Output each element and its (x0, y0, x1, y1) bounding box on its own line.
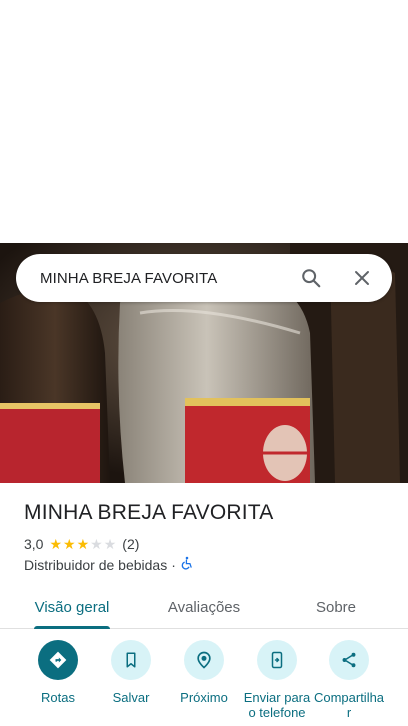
nearby-button[interactable]: Próximo (164, 640, 244, 705)
action-label: Compartilhar (313, 690, 385, 720)
nearby-icon (184, 640, 224, 680)
tab-label: Avaliações (167, 598, 241, 616)
category-row: Distribuidor de bebidas · (24, 556, 194, 573)
tab-bar: Visão geral Avaliações Sobre (0, 586, 408, 629)
active-tab-indicator (34, 626, 110, 629)
tab-overview[interactable]: Visão geral (34, 586, 110, 629)
tab-reviews[interactable]: Avaliações (166, 586, 242, 628)
send-to-phone-button[interactable]: Enviar para o telefone (237, 640, 317, 720)
review-count[interactable]: (2) (122, 536, 139, 552)
star-filled-icon: ★ (49, 536, 63, 552)
star-filled-icon: ★ (63, 536, 76, 552)
map-area[interactable] (0, 0, 408, 243)
tab-label: Sobre (315, 598, 357, 616)
directions-icon (38, 640, 78, 680)
action-label: Rotas (41, 690, 75, 705)
star-empty-icon: ★ (103, 536, 117, 552)
search-bar[interactable]: MINHA BREJA FAVORITA (16, 254, 392, 302)
tab-about[interactable]: Sobre (306, 586, 366, 628)
category-label: Distribuidor de bebidas (24, 556, 168, 573)
save-button[interactable]: Salvar (91, 640, 171, 705)
place-title: MINHA BREJA FAVORITA (24, 501, 274, 524)
star-empty-icon: ★ (90, 536, 103, 552)
send-to-phone-icon (257, 640, 297, 680)
search-icon[interactable] (299, 266, 323, 290)
close-icon[interactable] (350, 266, 374, 290)
action-label: Salvar (112, 690, 150, 705)
star-rating: ★ ★ ★ ★ ★ (49, 537, 116, 551)
star-filled-icon: ★ (76, 536, 90, 552)
action-bar: Rotas Salvar Próximo Enviar para o telef… (0, 640, 408, 726)
action-label: Enviar para o telefone (243, 690, 311, 720)
search-query[interactable]: MINHA BREJA FAVORITA (40, 270, 299, 287)
directions-button[interactable]: Rotas (18, 640, 98, 705)
bookmark-icon (111, 640, 151, 680)
action-label: Próximo (180, 690, 228, 705)
share-icon (329, 640, 369, 680)
rating-value: 3,0 (24, 536, 44, 552)
wheelchair-icon (180, 556, 194, 573)
rating-row[interactable]: 3,0 ★ ★ ★ ★ ★ (2) (24, 536, 139, 552)
share-button[interactable]: Compartilhar (309, 640, 389, 720)
tab-label: Visão geral (34, 598, 110, 616)
separator: · (171, 556, 176, 573)
